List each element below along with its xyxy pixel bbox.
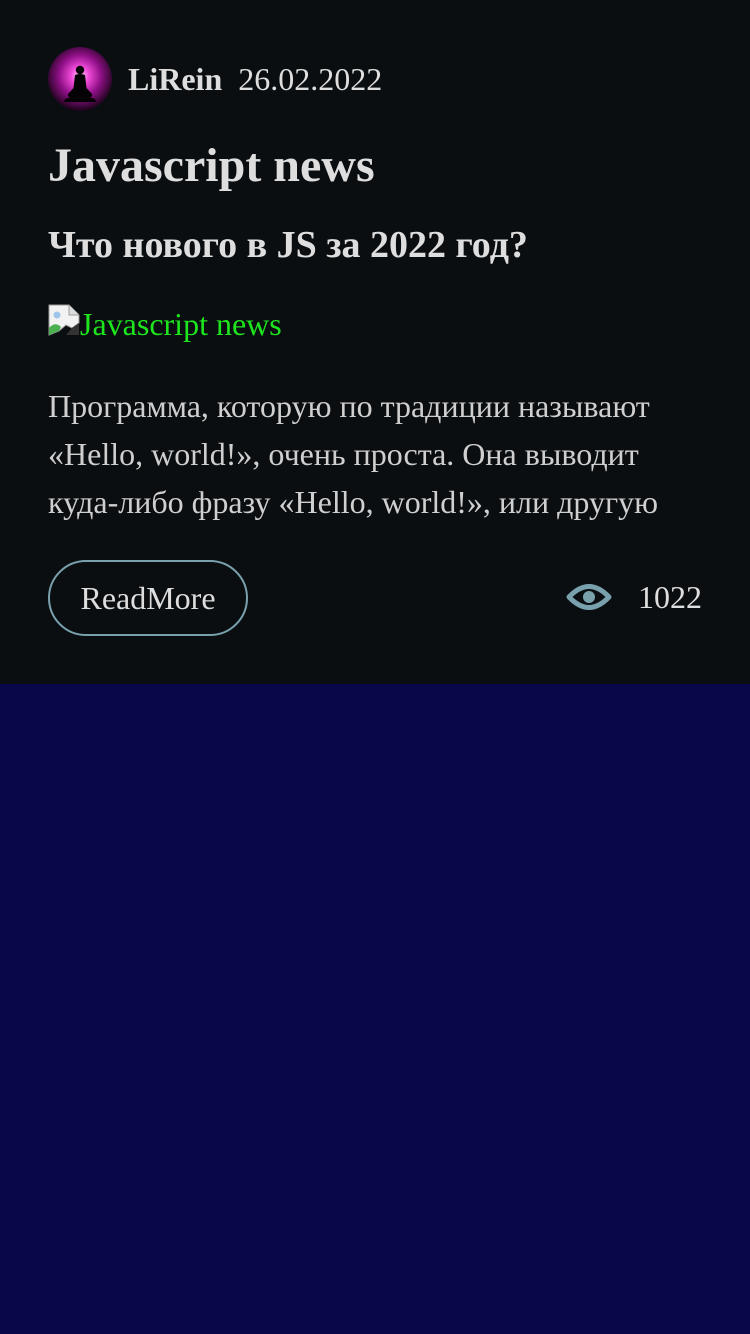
- post-card: LiRein 26.02.2022 Javascript news Что но…: [0, 0, 750, 684]
- read-more-button[interactable]: ReadMore: [48, 560, 248, 636]
- post-excerpt: Программа, которую по традиции называют …: [48, 382, 708, 526]
- broken-image-icon: [48, 304, 80, 336]
- excerpt-line: Программа, которую по традиции называют: [48, 388, 650, 424]
- view-count: 1022: [638, 579, 702, 615]
- post-title: Javascript news: [48, 139, 375, 192]
- post-subtitle: Что нового в JS за 2022 год?: [48, 224, 528, 266]
- post-image: Javascript news: [48, 304, 282, 344]
- author-name[interactable]: LiRein: [128, 63, 222, 95]
- excerpt-line: куда-либо фразу «Hello, world!», или дру…: [48, 484, 659, 520]
- image-alt-text: Javascript news: [80, 306, 282, 342]
- post-date: 26.02.2022: [238, 61, 383, 97]
- excerpt-line: «Hello, world!», очень проста. Она вывод…: [48, 436, 639, 472]
- avatar[interactable]: [48, 47, 112, 111]
- post-author-row: LiRein 26.02.2022: [48, 47, 382, 111]
- eye-icon: [566, 584, 612, 610]
- views-counter: 1022: [566, 574, 702, 620]
